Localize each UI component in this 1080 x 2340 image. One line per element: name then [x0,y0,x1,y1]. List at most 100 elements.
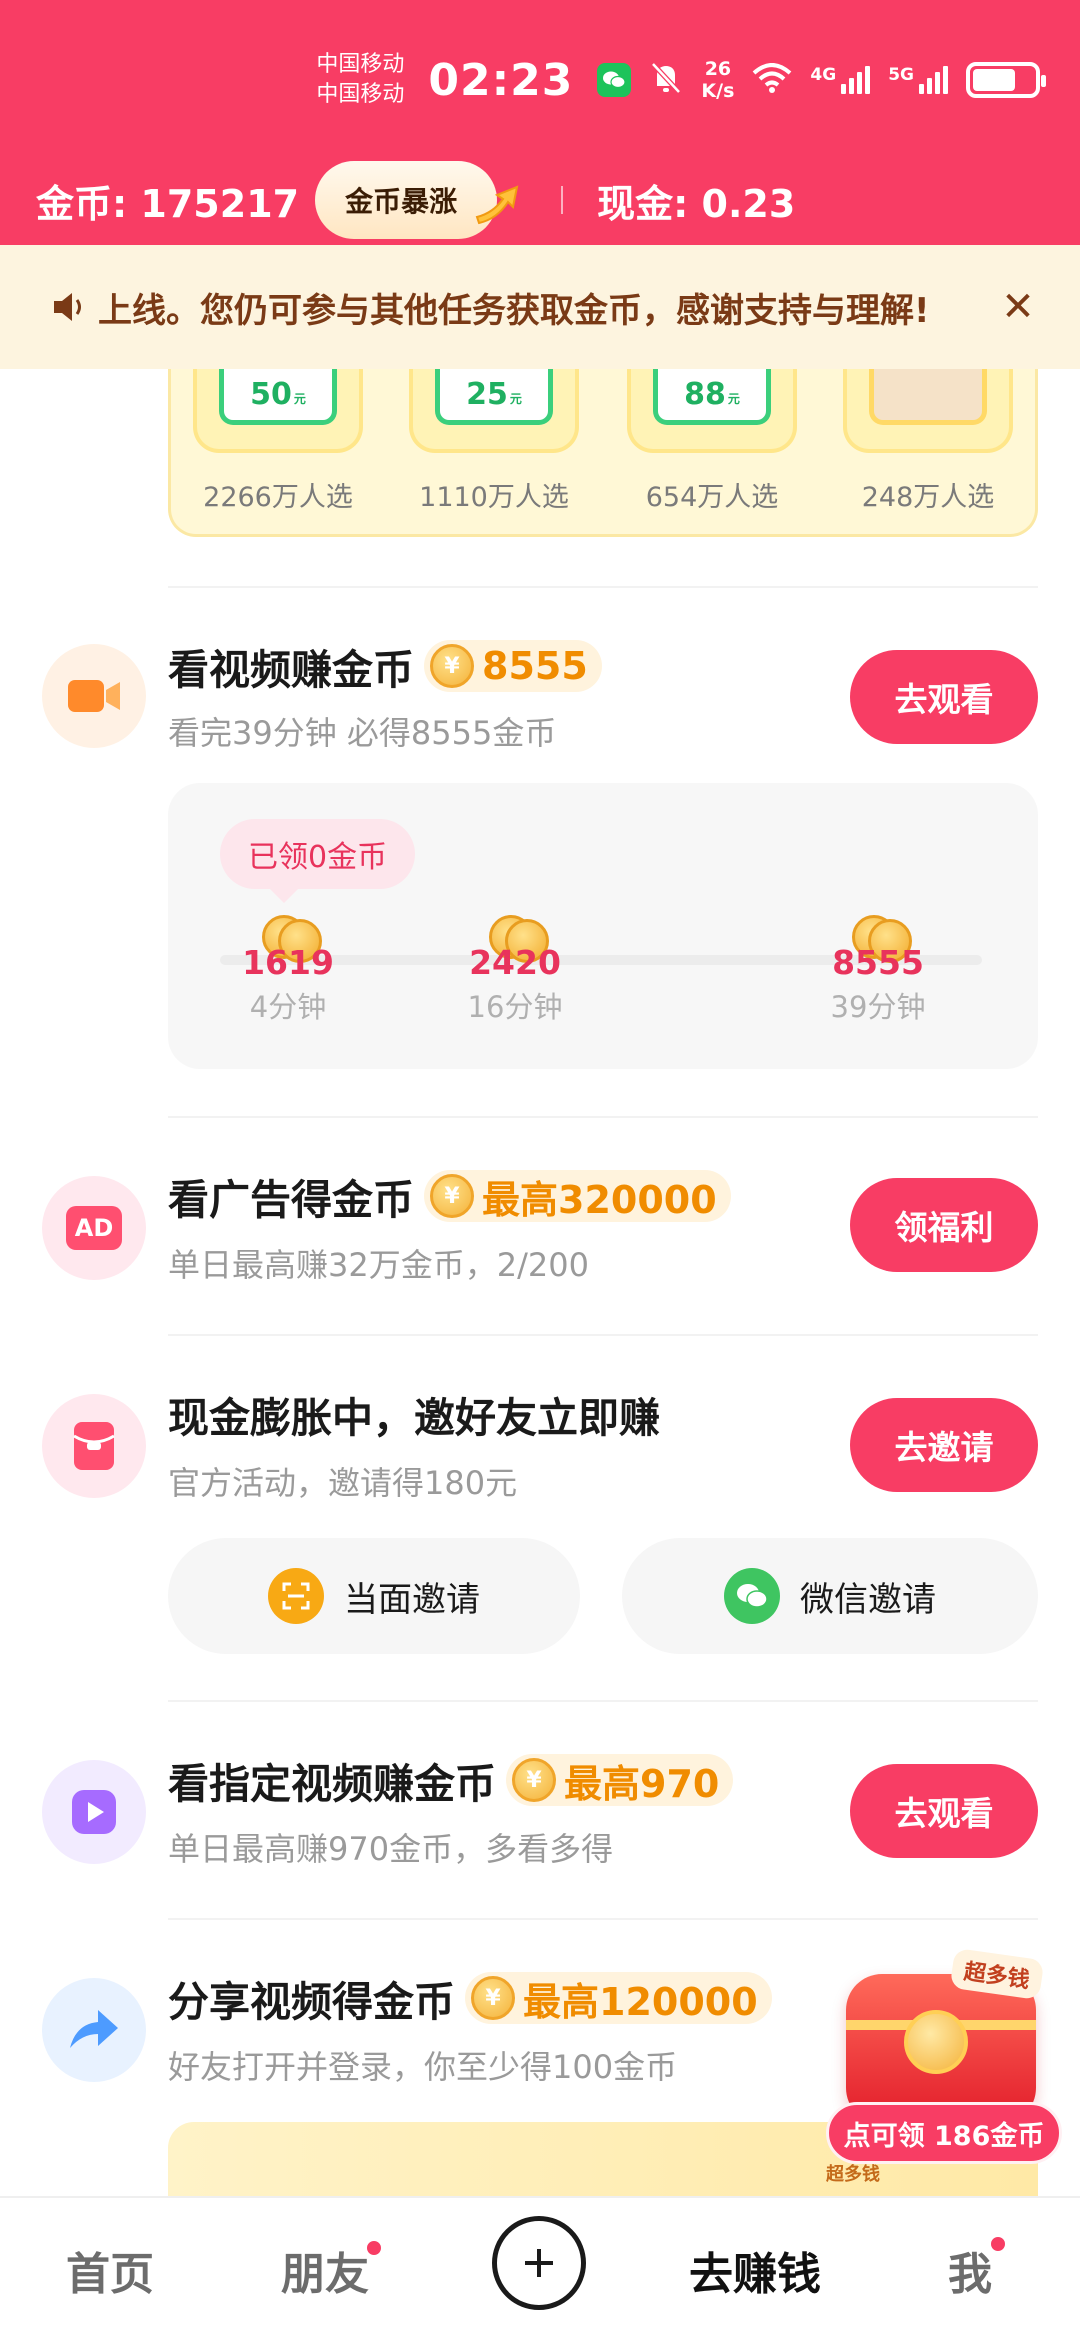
notice-bar: 上线。您仍可参与其他任务获取金币，感谢支持与理解! ✕ [0,245,1080,369]
task-title-text: 现金膨胀中，邀好友立即赚 [168,1394,660,1442]
signal-5g-icon: 5G [888,66,948,94]
close-icon[interactable]: ✕ [996,284,1040,330]
wechat-notification-icon [597,63,632,97]
task-subtitle: 好友打开并登录，你至少得100金币 [168,2048,678,2086]
task-subtitle: 官方活动，邀请得180元 [168,1464,518,1502]
milestone-time: 16分钟 [467,990,563,1024]
wechat-icon [724,1568,780,1624]
coin-reward-value: 8555 [482,644,588,688]
wechat-invite-button[interactable]: 微信邀请 [622,1538,1038,1654]
status-bar: 中国移动 中国移动 02:23 26 K/s 4G 5G [316,40,1046,120]
nav-earn[interactable]: 去赚钱 [670,2198,840,2340]
divider [168,586,1038,588]
carrier-info: 中国移动 中国移动 [316,50,404,110]
divider [561,186,564,214]
coin-reward-value: 最高320000 [482,1177,717,1222]
task-subtitle: 看完39分钟 必得8555金币 [168,714,557,752]
clock: 02:23 [428,54,574,106]
milestone-2: 2420 16分钟 [445,915,585,1026]
plus-icon [525,2249,553,2277]
milestone-3: 8555 39分钟 [808,915,948,1026]
create-plus-button[interactable] [492,2216,586,2310]
claim-welfare-button[interactable]: 领福利 [850,1178,1038,1272]
coin-balance[interactable]: 金币: 175217 [36,173,299,228]
video-camera-icon [42,644,146,748]
up-arrow-icon [475,185,519,225]
product-unit: 元 [727,392,740,406]
network-speed-unit: K/s [701,80,735,102]
product-picks: 1110万人选 [419,482,569,513]
battery-icon [966,62,1046,98]
task-title-text: 分享视频得金币 [168,1978,455,2026]
sim1-label: 4G [810,65,837,85]
coin-reward-pill: ¥ 8555 [424,640,602,692]
product-card-2[interactable]: 25 元 1110万人选 [409,369,579,514]
scan-icon [268,1568,324,1624]
task-title-text: 看指定视频赚金币 [168,1760,496,1808]
task-title-text: 看广告得金币 [168,1176,414,1224]
coin-icon: ¥ [430,1174,474,1218]
carrier-1: 中国移动 [316,52,405,77]
milestone-value: 1619 [242,943,334,982]
product-picks: 2266万人选 [203,482,353,513]
notification-dot [988,2234,1008,2254]
product-strip: 50 元 2266万人选 25 元 1110万人选 88 元 654万人选 248万人… [168,369,1038,537]
watch-video-button[interactable]: 去观看 [850,650,1038,744]
coin-reward-pill: ¥ 最高320000 [424,1170,731,1222]
watch-specified-video-button[interactable]: 去观看 [850,1764,1038,1858]
coin-icon: ¥ [471,1976,515,2020]
coin-reward-pill: ¥ 最高120000 [465,1972,772,2024]
coin-boost-button[interactable]: 金币暴涨 [315,161,519,239]
sim2-label: 5G [888,65,914,85]
face-invite-label: 当面邀请 [344,1579,480,1620]
coin-reward-value: 最高120000 [523,1979,758,2024]
product-card-3[interactable]: 88 元 654万人选 [627,369,797,514]
product-picks: 654万人选 [645,482,779,513]
nav-friends[interactable]: 朋友 [255,2198,395,2340]
product-price: 25 [466,377,508,412]
carrier-2: 中国移动 [316,82,405,107]
nav-me[interactable]: 我 [930,2198,1010,2340]
coin-reward-pill: ¥ 最高970 [506,1754,734,1806]
task-title-invite: 现金膨胀中，邀好友立即赚 [168,1384,660,1444]
notification-dot [364,2238,384,2258]
top-header: 中国移动 中国移动 02:23 26 K/s 4G 5G 金币: 175217 [0,0,1080,245]
divider [168,1918,1038,1920]
product-price: 88 [684,377,726,412]
notice-text: 上线。您仍可参与其他任务获取金币，感谢支持与理解! [98,290,930,331]
floating-reward-widget[interactable]: 超多钱 点可领 186金币 [826,1947,1066,2164]
task-subtitle: 单日最高赚970金币，多看多得 [168,1830,614,1868]
milestone-time: 4分钟 [249,990,327,1024]
invite-button[interactable]: 去邀请 [850,1398,1038,1492]
milestone-value: 8555 [832,943,924,982]
signal-4g-icon: 4G [810,65,871,94]
wechat-invite-label: 微信邀请 [800,1579,936,1620]
milestone-value: 2420 [469,943,561,982]
task-title-text: 看视频赚金币 [168,646,414,694]
ad-icon: AD [42,1176,146,1280]
claim-coins-label: 点可领 186金币 [826,2102,1062,2164]
video-progress-panel: 已领0金币 1619 4分钟 2420 16分钟 8555 39分钟 [168,783,1038,1069]
product-unit: 元 [293,392,306,406]
speaker-icon [54,293,81,321]
claimed-coins-tag: 已领0金币 [220,819,416,903]
wifi-icon [752,63,792,97]
face-invite-button[interactable]: 当面邀请 [168,1538,580,1654]
coin-icon: ¥ [512,1758,556,1802]
coin-icon [904,2010,968,2074]
milestone-1: 1619 4分钟 [218,915,358,1026]
product-card-1[interactable]: 50 元 2266万人选 [193,369,363,514]
product-unit: 元 [509,392,522,406]
task-title-specified-video: 看指定视频赚金币 ¥ 最高970 [168,1750,734,1810]
ad-icon-text: AD [66,1206,122,1250]
balance-row: 金币: 175217 金币暴涨 现金: 0.23 [36,158,795,242]
cash-balance[interactable]: 现金: 0.23 [597,173,795,228]
play-icon [42,1760,146,1864]
milestone-time: 39分钟 [830,990,926,1024]
coin-icon: ¥ [430,644,474,688]
coin-reward-value: 最高970 [564,1761,720,1806]
task-title-ads: 看广告得金币 ¥ 最高320000 [168,1166,731,1226]
nav-home[interactable]: 首页 [40,2198,180,2340]
product-card-4[interactable]: 248万人选 [843,369,1013,514]
product-picks: 248万人选 [861,482,995,513]
